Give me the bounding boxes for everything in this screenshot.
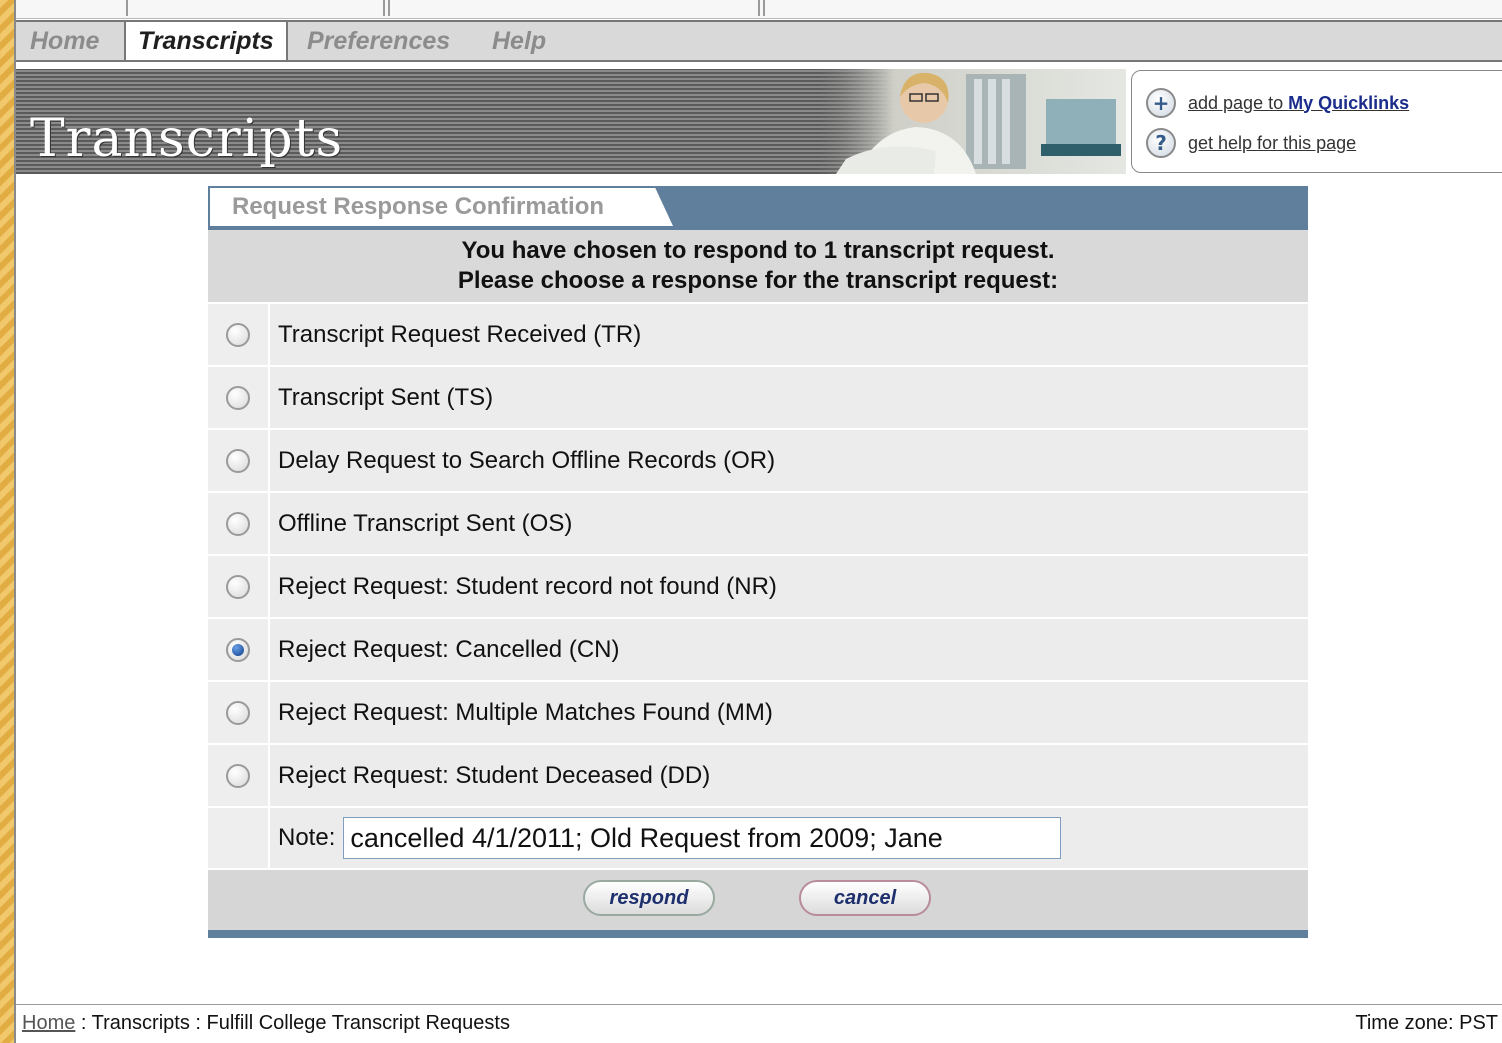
option-row-cn[interactable]: Reject Request: Cancelled (CN) — [208, 619, 1308, 682]
question-icon[interactable]: ? — [1146, 128, 1176, 158]
timezone-label: Time zone: PST — [1355, 1012, 1498, 1034]
option-radio-cell — [208, 682, 270, 743]
option-radio-cell — [208, 367, 270, 428]
top-strip-segment — [126, 0, 385, 16]
option-label-mm[interactable]: Reject Request: Multiple Matches Found (… — [270, 682, 1308, 743]
intro-line-1: You have chosen to respond to 1 transcri… — [461, 237, 1055, 264]
panel-tab-title: Request Response Confirmation — [208, 186, 673, 226]
add-quicklink-link[interactable]: add page to My Quicklinks — [1188, 93, 1409, 114]
respond-button[interactable]: respond — [583, 880, 715, 916]
panel-bottom-bar — [208, 930, 1308, 938]
radio-dd[interactable] — [226, 763, 250, 788]
radio-cn[interactable] — [226, 637, 250, 662]
radio-os[interactable] — [226, 511, 250, 536]
option-row-ts[interactable]: Transcript Sent (TS) — [208, 367, 1308, 430]
page-help-link[interactable]: get help for this page — [1188, 133, 1356, 154]
option-radio-cell — [208, 619, 270, 680]
add-quicklink-prefix: add page to — [1188, 92, 1289, 113]
response-panel: Request Response Confirmation You have c… — [208, 186, 1308, 938]
note-cell: Note: — [270, 808, 1308, 868]
breadcrumb-trail: : Transcripts : Fulfill College Transcri… — [75, 1012, 510, 1034]
radio-ts[interactable] — [226, 385, 250, 410]
page-title: Transcripts — [30, 109, 344, 169]
menu-preferences[interactable]: Preferences — [295, 22, 462, 60]
button-row: respond cancel — [208, 870, 1308, 930]
option-label-ts[interactable]: Transcript Sent (TS) — [270, 367, 1308, 428]
page-help-row[interactable]: ? get help for this page — [1146, 126, 1356, 160]
menu-home[interactable]: Home — [18, 22, 111, 60]
note-row: Note: — [208, 808, 1308, 870]
my-quicklinks-label: My Quicklinks — [1288, 92, 1410, 113]
option-radio-cell — [208, 493, 270, 554]
intro-line-2: Please choose a response for the transcr… — [457, 267, 1059, 294]
option-label-cn[interactable]: Reject Request: Cancelled (CN) — [270, 619, 1308, 680]
option-row-os[interactable]: Offline Transcript Sent (OS) — [208, 493, 1308, 556]
breadcrumb-home-link[interactable]: Home — [22, 1012, 75, 1034]
radio-tr[interactable] — [226, 322, 250, 347]
radio-or[interactable] — [226, 448, 250, 473]
top-strip — [16, 0, 1502, 19]
option-label-os[interactable]: Offline Transcript Sent (OS) — [270, 493, 1308, 554]
page: Home Transcripts Preferences Help Transc… — [14, 0, 1502, 1043]
option-radio-cell — [208, 556, 270, 617]
option-row-tr[interactable]: Transcript Request Received (TR) — [208, 304, 1308, 367]
option-row-or[interactable]: Delay Request to Search Offline Records … — [208, 430, 1308, 493]
option-row-mm[interactable]: Reject Request: Multiple Matches Found (… — [208, 682, 1308, 745]
option-label-or[interactable]: Delay Request to Search Offline Records … — [270, 430, 1308, 491]
option-radio-cell — [208, 304, 270, 365]
panel-intro: You have chosen to respond to 1 transcri… — [208, 230, 1308, 304]
option-row-dd[interactable]: Reject Request: Student Deceased (DD) — [208, 745, 1308, 808]
page-banner: Transcripts — [16, 69, 1126, 174]
option-label-tr[interactable]: Transcript Request Received (TR) — [270, 304, 1308, 365]
note-label: Note: — [278, 824, 336, 851]
quicklinks-box: + add page to My Quicklinks ? get help f… — [1131, 70, 1502, 173]
radio-mm[interactable] — [226, 700, 250, 725]
banner-photo — [816, 69, 1126, 174]
plus-icon[interactable]: + — [1146, 88, 1176, 118]
footer-bar: Home : Transcripts : Fulfill College Tra… — [16, 1004, 1502, 1043]
cancel-button[interactable]: cancel — [799, 880, 931, 916]
option-row-nr[interactable]: Reject Request: Student record not found… — [208, 556, 1308, 619]
note-spacer-cell — [208, 808, 270, 868]
add-quicklink-row[interactable]: + add page to My Quicklinks — [1146, 86, 1409, 120]
option-label-nr[interactable]: Reject Request: Student record not found… — [270, 556, 1308, 617]
menu-bar: Home Transcripts Preferences Help — [16, 20, 1502, 62]
option-label-dd[interactable]: Reject Request: Student Deceased (DD) — [270, 745, 1308, 806]
option-radio-cell — [208, 430, 270, 491]
option-radio-cell — [208, 745, 270, 806]
top-strip-segment — [763, 0, 1502, 16]
radio-nr[interactable] — [226, 574, 250, 599]
menu-transcripts[interactable]: Transcripts — [124, 22, 288, 60]
note-input[interactable] — [343, 817, 1062, 859]
top-strip-segment — [388, 0, 760, 16]
menu-help[interactable]: Help — [480, 22, 558, 60]
breadcrumb: Home : Transcripts : Fulfill College Tra… — [22, 1012, 510, 1035]
panel-tab-header: Request Response Confirmation — [208, 186, 1308, 230]
